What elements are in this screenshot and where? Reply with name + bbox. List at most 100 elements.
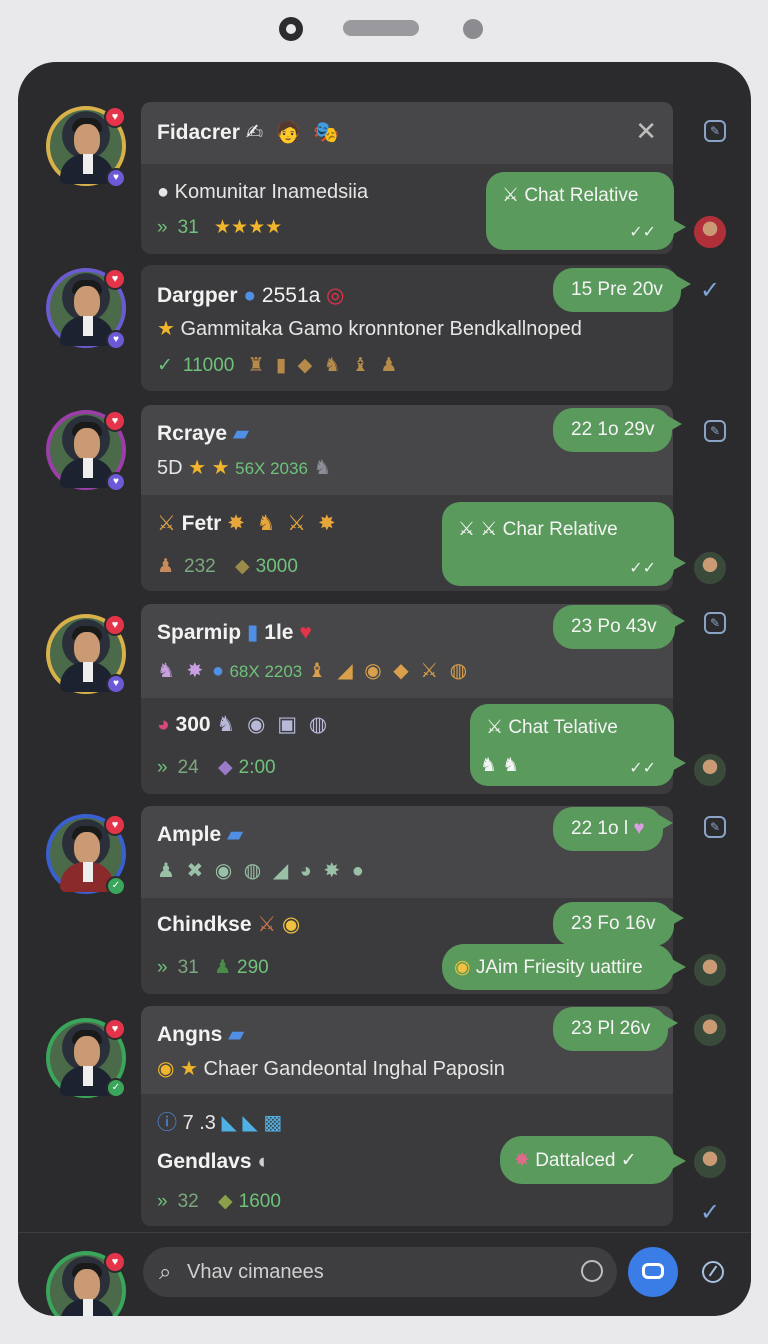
device-top-bar [0,0,768,60]
chat-bubble[interactable]: ⚔ ⚔ Char Relative ✓✓ [442,502,686,586]
mini-avatar[interactable] [692,952,728,988]
star-icon: ★ [180,1058,198,1080]
camera-icon [279,17,303,41]
character-icon: ◐ [257,1150,271,1173]
time-pill: 23 Fo 16v [553,902,683,946]
contact-name: Sparmip [157,621,242,644]
bubble-text: Char Relative [502,519,618,540]
time-pill: 23 Pl 26v [553,1007,679,1051]
chevrons-icon: » [157,1191,168,1212]
check-badge-icon: ✓ [106,876,126,896]
sub-count-b: 2:00 [238,757,276,778]
chat-bubble[interactable]: ⚔ Chat Telative ♞ ♞ ✓✓ [470,704,686,786]
time-text: 22 1o l [571,818,629,839]
figure-icon: ♞ ♞ [480,755,520,776]
chat-bubble[interactable]: ◉ JAim Friesity uattire [442,944,686,990]
mini-avatar[interactable] [692,550,728,586]
shield-icon: ♥ [299,621,312,644]
potion-icon: ◆ [235,556,250,577]
figure-icon: ⚔ [502,185,520,206]
sub-name: Gendlavs [157,1150,252,1173]
close-icon[interactable]: ✕ [635,118,657,144]
figure-icon: ♟ [157,556,175,577]
bottom-bar: ♥ ⌕ [18,1232,751,1316]
bubble-text: Dattalced [535,1150,616,1171]
heart-badge-icon: ♥ [106,168,126,188]
line-suffix: 56X 2036 [235,459,308,478]
check-badge-icon: ✓ [106,1078,126,1098]
game-items-icons: ♝ ◢ ◉ ◆ ⚔ ◍ [307,660,471,682]
heart-badge-icon: ♥ [106,472,126,492]
contact-name: Angns [157,1023,223,1046]
game-items-icons: ♟ ✖ ◉ ◍ ◢ ◕ ✸ ● [157,860,367,882]
figure-icon: ✸ [514,1150,530,1171]
heart-badge-icon: ♥ [104,410,126,432]
message-count: 11000 [182,355,235,376]
search-input[interactable] [187,1255,567,1289]
sub-count-b: 1600 [238,1191,281,1212]
chevrons-icon: » [157,217,168,238]
sub-name: Chindkse [157,913,252,936]
tag-icon: ▰ [232,422,250,445]
edit-icon[interactable]: ✎ [704,120,726,142]
chat-bubble[interactable]: ✸ Dattalced ✓ [500,1136,686,1184]
check-icon: ✓ [620,1150,637,1171]
info-icon: ⓘ [157,1112,177,1134]
check-icon[interactable]: ✓ [700,1198,720,1227]
sub-line: 7 .3 [182,1112,216,1134]
star-icon: ★ [157,318,175,340]
mini-avatar[interactable] [692,1012,728,1048]
message-preview: Chaer Gandeontal Inghal Paposin [203,1058,505,1080]
edit-icon[interactable]: ✎ [704,816,726,838]
message-preview: Gammitaka Gamo kronntoner Bendkallnoped [180,318,582,340]
mini-avatar[interactable] [692,1144,728,1180]
heart-badge-icon: ♥ [104,814,126,836]
figure-icon: ⚔ [486,717,504,738]
bubble-text: Chat Telative [508,717,618,738]
chat-list-screen: ♥ ♥ Fidacrer ✍ 🧑 🎭 ✕ ● Komunitar Inameds… [18,62,751,1316]
mini-avatar[interactable] [692,752,728,788]
read-ticks-icon: ✓✓ [629,560,656,577]
gem-icon: ◆ [218,1191,233,1212]
emblem-icon: ◉ [157,1058,175,1080]
warrior-icon: ⚔ [257,913,277,936]
check-icon: ✓ [157,355,173,376]
contact-name: Rcraye [157,422,228,445]
contact-name: Fidacrer [157,121,240,144]
target-icon: ◎ [326,284,345,307]
edit-icon[interactable]: ✎ [704,420,726,442]
heart-badge-icon: ♥ [104,614,126,636]
game-items-icons: ♜ ▮ ◆ ♞ ♝ ♟ [247,355,401,376]
heart-badge-icon: ♥ [106,674,126,694]
bubble-text: JAim Friesity uattire [475,957,643,978]
send-button[interactable] [628,1247,678,1297]
name-extra: 1le [264,621,294,644]
sub-name: 300 [175,713,211,736]
record-icon: ● [157,181,170,203]
edit-icon[interactable]: ✎ [704,612,726,634]
warrior-icon: ⚔ [157,512,176,535]
tag-icon: ▰ [228,1023,245,1046]
sub-name: Fetr [181,512,222,535]
compose-icon[interactable] [702,1261,724,1283]
sub-count-b: 290 [237,957,269,978]
chat-bubble[interactable]: ⚔ Chat Relative ✓✓ [486,172,686,250]
figure-icon: ♟ [214,957,232,978]
chat-card-header: Fidacrer ✍ 🧑 🎭 ✕ [141,102,673,164]
line-prefix: 5D [157,457,183,479]
read-ticks-icon: ✓✓ [629,224,656,241]
heart-badge-icon: ♥ [106,330,126,350]
chevrons-icon: » [157,757,168,778]
search-icon: ⌕ [159,1259,172,1284]
check-icon[interactable]: ✓ [700,276,720,305]
sub-count: 31 [177,957,199,978]
search-bar[interactable]: ⌕ [143,1247,617,1297]
line-suffix: 68X 2203 [229,662,303,681]
battle-icons: ✸ ♞ ⚔ ✸ [227,512,339,535]
mini-avatar[interactable] [692,214,728,250]
coin-icon: ◉ [282,913,301,936]
heart-badge-icon: ♥ [104,106,126,128]
message-preview: Komunitar Inamedsiia [174,181,369,203]
apple-icon: ● [243,284,257,307]
timer-icon[interactable] [581,1260,603,1282]
